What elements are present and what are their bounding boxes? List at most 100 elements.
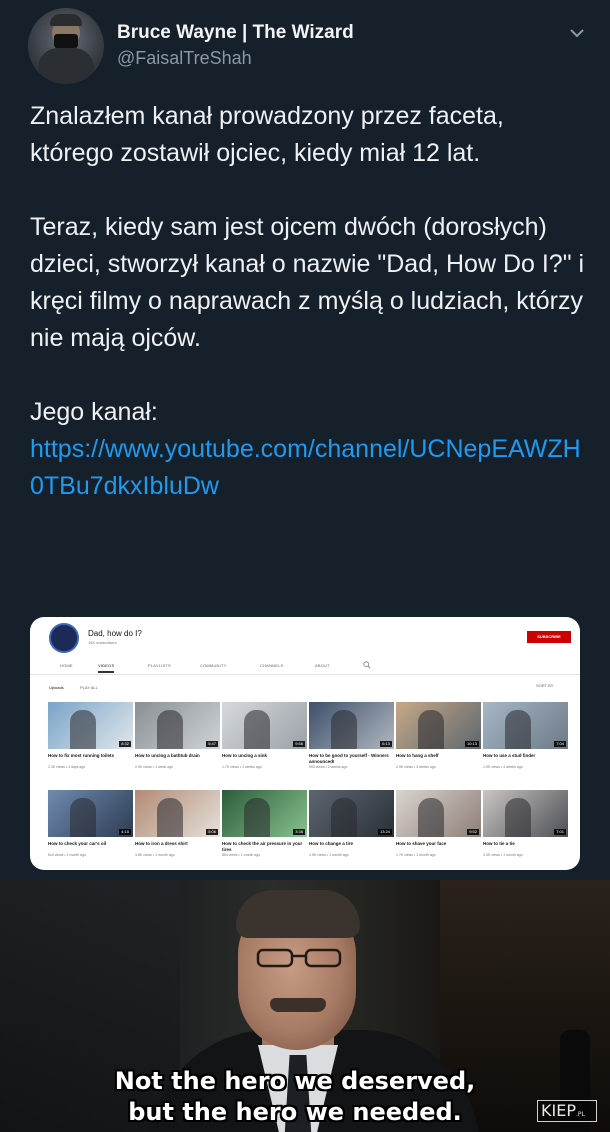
- video-title: How to iron a dress shirt: [135, 841, 188, 846]
- video-duration: 5:47: [206, 741, 218, 747]
- video-duration: 7:04: [554, 741, 566, 747]
- camera-icon: [54, 34, 78, 48]
- hair: [236, 890, 360, 938]
- video-duration: 7:01: [554, 829, 566, 835]
- video-duration: 9:56: [293, 741, 305, 747]
- glasses-icon: [256, 948, 342, 968]
- thumbnail-figure: [331, 710, 357, 749]
- tweet-header: Bruce Wayne | The Wizard @FaisalTreShah: [28, 8, 593, 84]
- tweet-paragraph: Znalazłem kanał prowadzony przez faceta,…: [30, 102, 504, 167]
- tab-videos: VIDEOS: [98, 663, 115, 673]
- youtube-screenshot[interactable]: Dad, how do I? 14K subscribers SUBSCRIBE…: [30, 617, 580, 870]
- tweet-paragraph: Jego kanał:: [30, 398, 158, 426]
- channel-avatar: [49, 623, 79, 653]
- tab-playlists: PLAYLISTS: [148, 663, 171, 668]
- video-card: 4:15 How to check your car's oil 8x4 views…: [48, 790, 133, 858]
- video-card: 7:01 How to tie a tie 3.3K views • 1 month…: [483, 790, 568, 858]
- watermark-logo: KIEP.PL: [537, 1100, 597, 1122]
- tweet-paragraph: Teraz, kiedy sam jest ojcem dwóch (doros…: [30, 213, 585, 352]
- video-title: How to unclog a sink: [222, 753, 268, 758]
- tab-about: ABOUT: [315, 663, 330, 668]
- channel-tabs: HOME VIDEOS PLAYLISTS COMMUNITY CHANNELS ABOU…: [30, 659, 580, 675]
- uploads-label: Uploads: [49, 685, 64, 690]
- video-meta: 1.5K views • 1 month ago: [309, 853, 349, 857]
- subscriber-count: 14K subscribers: [88, 640, 117, 645]
- video-card: 8:32 How to fix most running toilets 2.3K …: [48, 702, 133, 770]
- video-card: 9:56 How to unclog a sink 1.7K views • 2 w…: [222, 702, 307, 770]
- video-meta: 3.8K views • 1 month ago: [135, 853, 175, 857]
- video-card: 7:04 How to use a stud finder 1.9K views •…: [483, 702, 568, 770]
- video-thumbnail: 3:38: [222, 790, 307, 837]
- mustache: [270, 998, 326, 1012]
- video-duration: 5:06: [206, 829, 218, 835]
- thumbnail-figure: [418, 798, 444, 837]
- video-title: How to unclog a bathtub drain: [135, 753, 200, 758]
- video-card: 5:06 How to iron a dress shirt 3.8K views …: [135, 790, 220, 858]
- channel-name: Dad, how do I?: [88, 629, 142, 638]
- video-title: How to use a stud finder: [483, 753, 536, 758]
- video-title: How to check the air pressure in your ti…: [222, 841, 303, 852]
- video-thumbnail: 8:32: [48, 702, 133, 749]
- thumbnail-figure: [505, 798, 531, 837]
- video-card: 3:38 How to check the air pressure in you…: [222, 790, 307, 858]
- video-thumbnail: 7:01: [483, 790, 568, 837]
- thumbnail-figure: [70, 798, 96, 837]
- video-title: How to hang a shelf: [396, 753, 439, 758]
- thumbnail-figure: [157, 798, 183, 837]
- video-thumbnail: 5:06: [135, 790, 220, 837]
- watermark-suffix: .PL: [575, 1111, 585, 1118]
- thumbnail-figure: [157, 710, 183, 749]
- video-duration: 9:52: [467, 829, 479, 835]
- thumbnail-figure: [70, 710, 96, 749]
- search-icon: [363, 661, 371, 669]
- video-duration: 10:13: [464, 741, 479, 747]
- meme-caption-line-2: but the hero we needed.: [128, 1098, 462, 1126]
- video-title: How to be good to yourself - Winners ann…: [309, 753, 389, 764]
- video-thumbnail: 4:15: [48, 790, 133, 837]
- channel-link[interactable]: https://www.youtube.com/channel/UCNepEAW…: [30, 431, 590, 505]
- video-meta: 1.7K views • 2 weeks ago: [222, 765, 262, 769]
- avatar-body: [38, 48, 94, 84]
- video-duration: 13:24: [377, 829, 392, 835]
- thumbnail-figure: [418, 710, 444, 749]
- video-card: 10:13 How to hang a shelf 2.9K views • 3 w…: [396, 702, 481, 770]
- subscribe-button: SUBSCRIBE: [527, 631, 571, 643]
- video-title: How to check your car's oil: [48, 841, 107, 846]
- video-meta: 2.9K views • 1 week ago: [135, 765, 173, 769]
- video-title: How to fix most running toilets: [48, 753, 114, 758]
- tab-home: HOME: [60, 663, 73, 668]
- video-meta: 8x4 views • 1 month ago: [48, 853, 86, 857]
- video-meta: 993 views • 2 weeks ago: [309, 765, 348, 769]
- video-thumbnail: 5:47: [135, 702, 220, 749]
- user-handle[interactable]: @FaisalTreShah: [117, 48, 252, 69]
- tab-channels: CHANNELS: [260, 663, 284, 668]
- thumbnail-figure: [331, 798, 357, 837]
- video-title: How to tie a tie: [483, 841, 515, 846]
- video-duration: 3:38: [293, 829, 305, 835]
- video-thumbnail: 13:24: [309, 790, 394, 837]
- display-name[interactable]: Bruce Wayne | The Wizard: [117, 22, 354, 44]
- chevron-down-icon[interactable]: [566, 22, 588, 44]
- sort-by-label: SORT BY: [536, 683, 554, 688]
- video-duration: 4:15: [119, 829, 131, 835]
- tab-community: COMMUNITY: [200, 663, 227, 668]
- video-thumbnail: 9:52: [396, 790, 481, 837]
- thumbnail-figure: [244, 798, 270, 837]
- video-title: How to shave your face: [396, 841, 447, 846]
- tweet: Bruce Wayne | The Wizard @FaisalTreShah …: [0, 0, 610, 878]
- thumbnail-figure: [505, 710, 531, 749]
- video-meta: 2.9K views • 3 weeks ago: [396, 765, 436, 769]
- video-title: How to change a tire: [309, 841, 354, 846]
- video-meta: 1.9K views • 4 weeks ago: [483, 765, 523, 769]
- video-card: 6:13 How to be good to yourself - Winners…: [309, 702, 394, 770]
- video-thumbnail: 7:04: [483, 702, 568, 749]
- video-thumbnail: 6:13: [309, 702, 394, 749]
- meme-caption-line-1: Not the hero we deserved,: [114, 1067, 476, 1095]
- avatar[interactable]: [28, 8, 104, 84]
- video-meta: 854 views • 1 month ago: [222, 853, 261, 857]
- play-all-label: PLAY ALL: [80, 685, 98, 690]
- video-thumbnail: 9:56: [222, 702, 307, 749]
- video-card: 9:52 How to shave your face 1.7K views • 1…: [396, 790, 481, 858]
- video-card: 13:24 How to change a tire 1.5K views • 1 …: [309, 790, 394, 858]
- tweet-text: Znalazłem kanał prowadzony przez faceta,…: [30, 98, 590, 505]
